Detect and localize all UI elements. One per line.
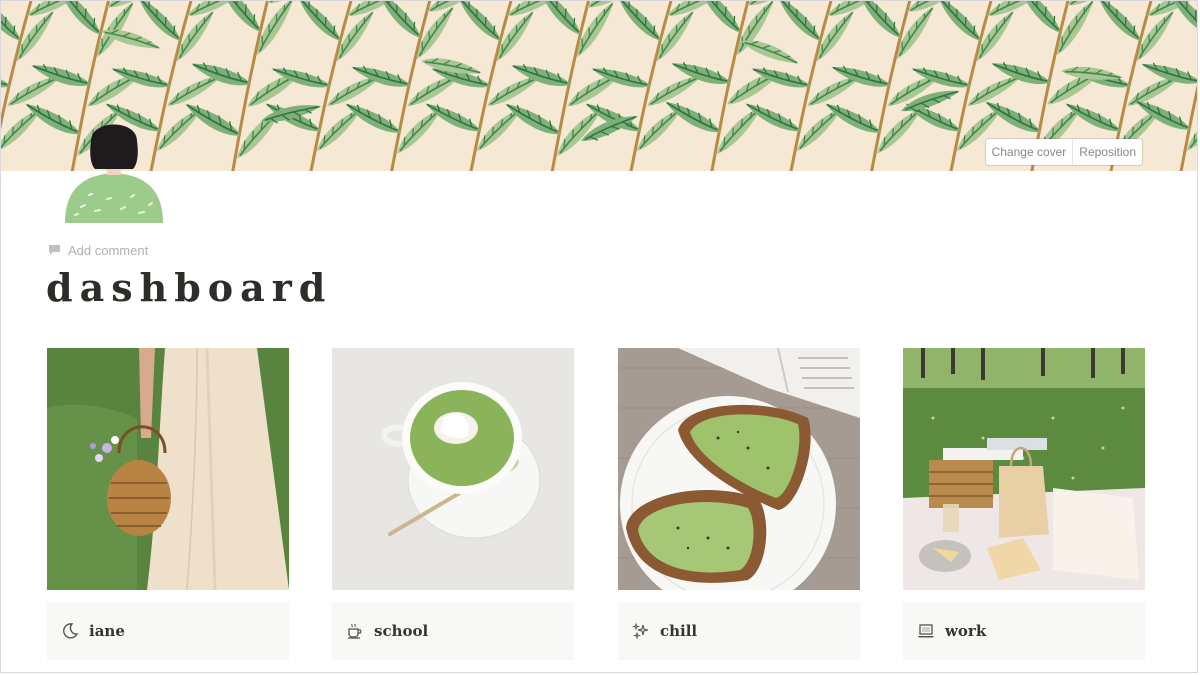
card-title: work [945,622,987,640]
card-cover-photo [618,348,860,590]
coffee-cup-icon [348,623,362,639]
crescent-moon-icon [63,623,79,639]
card-cover-photo [47,348,289,590]
sparkles-icon [632,622,649,640]
gallery-card-chill[interactable]: chill [618,348,860,660]
comment-icon [49,245,60,255]
card-title: chill [660,622,698,640]
change-cover-button[interactable]: Change cover [985,139,1073,165]
card-title: iane [89,622,125,640]
reposition-button[interactable]: Reposition [1072,139,1142,165]
card-caption: chill [618,602,860,660]
add-comment-button[interactable]: Add comment [48,241,148,259]
gallery-card-work[interactable]: work [903,348,1145,660]
card-caption: work [903,602,1145,660]
gallery-card-school[interactable]: school [332,348,574,660]
card-cover-photo [332,348,574,590]
girl-avatar-icon[interactable] [61,111,167,223]
laptop-icon [918,624,934,638]
add-comment-label: Add comment [68,242,149,258]
card-caption: school [332,602,574,660]
cover-image: Change cover Reposition [1,1,1197,171]
notion-page: Change cover Reposition Add comment dash… [0,0,1198,673]
page-title[interactable]: dashboard [46,263,332,313]
card-caption: iane [47,602,289,660]
card-cover-photo [903,348,1145,590]
card-title: school [374,622,429,640]
cover-controls: Change cover Reposition [985,139,1142,165]
gallery-card-iane[interactable]: iane [47,348,289,660]
